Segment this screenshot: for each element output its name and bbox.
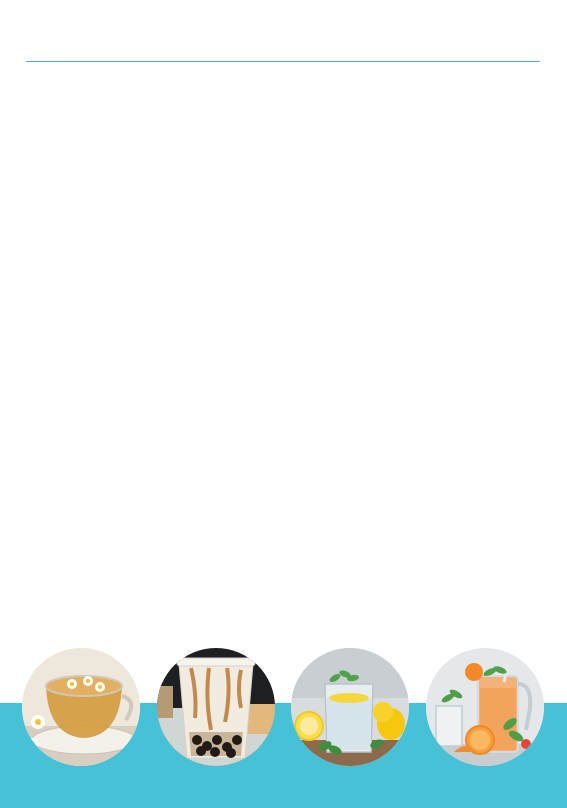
header-rule <box>26 61 540 62</box>
lemon-water-icon <box>291 648 409 766</box>
bubble-tea-icon <box>157 648 275 766</box>
lemon-water-photo <box>291 648 409 766</box>
orange-drink-icon <box>426 648 544 766</box>
orange-drink-photo <box>426 648 544 766</box>
chamomile-tea-photo <box>22 648 140 766</box>
bubble-tea-photo <box>157 648 275 766</box>
document-page <box>0 0 567 808</box>
chamomile-tea-icon <box>22 648 140 766</box>
